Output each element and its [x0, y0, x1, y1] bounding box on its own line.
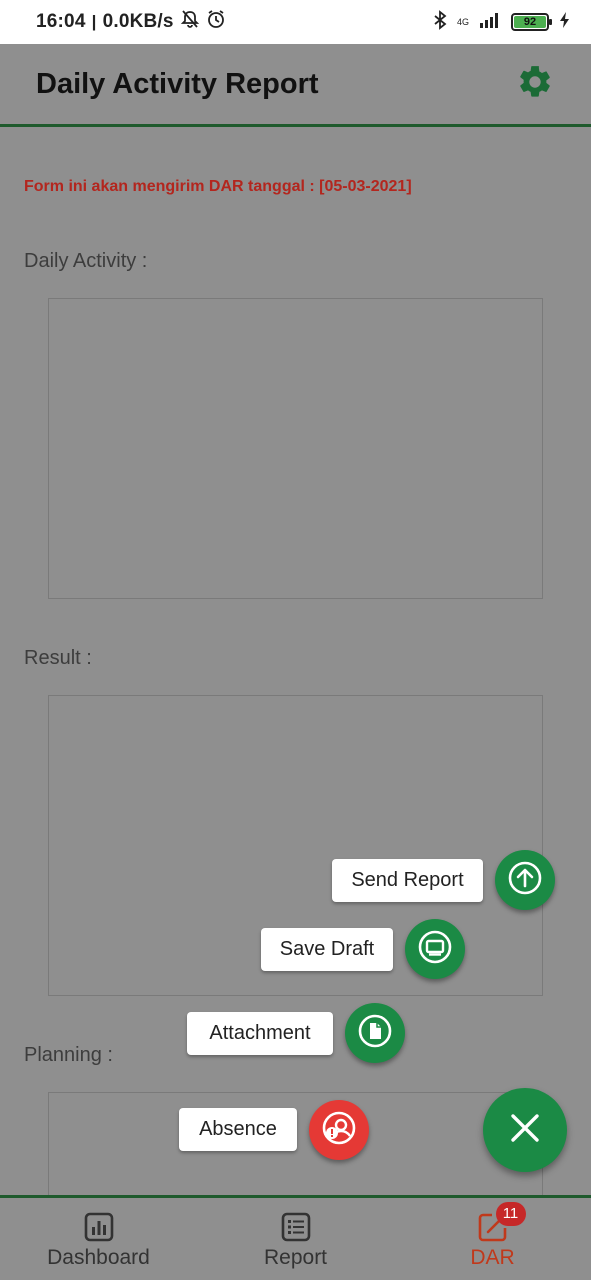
send-report-label[interactable]: Send Report — [332, 859, 483, 902]
attachment-label[interactable]: Attachment — [187, 1012, 333, 1055]
status-time: 16:04 — [36, 11, 86, 32]
nav-item-dar[interactable]: 11 DAR — [394, 1198, 591, 1280]
status-bar: 16:04 | 0.0KB/s 4G 92 — [0, 0, 591, 44]
nav-item-report[interactable]: Report — [197, 1198, 394, 1280]
battery-icon: 92 — [511, 13, 552, 31]
nav-label-dar: DAR — [470, 1246, 515, 1269]
save-draft-button[interactable] — [405, 919, 465, 979]
dar-badge: 11 — [495, 1202, 526, 1226]
page-title: Daily Activity Report — [36, 67, 319, 100]
bottom-nav: Dashboard Report 11 DAR — [0, 1195, 591, 1280]
status-right: 4G 92 — [433, 9, 571, 35]
planning-label: Planning : — [24, 1044, 113, 1066]
dashboard-icon — [84, 1212, 114, 1242]
nav-label-dashboard: Dashboard — [47, 1246, 150, 1269]
absence-button[interactable] — [309, 1100, 369, 1160]
nav-label-report: Report — [263, 1246, 328, 1269]
attachment-button[interactable] — [345, 1003, 405, 1063]
list-icon — [281, 1212, 311, 1242]
nav-item-dashboard[interactable]: Dashboard — [0, 1198, 197, 1280]
daily-activity-label: Daily Activity : — [24, 250, 148, 272]
absent-user-icon — [319, 1108, 359, 1153]
absence-label[interactable]: Absence — [179, 1108, 297, 1151]
status-left: 16:04 | 0.0KB/s — [36, 9, 226, 35]
upload-icon — [507, 860, 543, 901]
save-draft-label[interactable]: Save Draft — [261, 928, 393, 971]
draft-icon — [417, 929, 453, 970]
file-icon — [357, 1013, 393, 1054]
signal-icon — [479, 12, 501, 33]
result-label: Result : — [24, 647, 92, 669]
network-type: 4G — [456, 16, 469, 27]
alarm-icon — [206, 9, 226, 35]
settings-button[interactable] — [515, 64, 555, 104]
close-speed-dial-button[interactable] — [483, 1088, 567, 1172]
date-notice: Form ini akan mengirim DAR tanggal : [05… — [24, 178, 412, 195]
bluetooth-icon — [433, 9, 447, 35]
mute-icon — [180, 9, 200, 35]
charging-icon — [559, 11, 571, 34]
send-report-button[interactable] — [495, 850, 555, 910]
status-divider: | — [91, 12, 97, 31]
battery-level: 92 — [514, 16, 546, 28]
app-header: Daily Activity Report — [0, 44, 591, 127]
gear-icon — [516, 63, 554, 106]
status-speed: 0.0KB/s — [102, 11, 174, 32]
close-icon — [507, 1110, 543, 1151]
daily-activity-input[interactable] — [48, 298, 543, 599]
edit-icon: 11 — [478, 1202, 526, 1242]
